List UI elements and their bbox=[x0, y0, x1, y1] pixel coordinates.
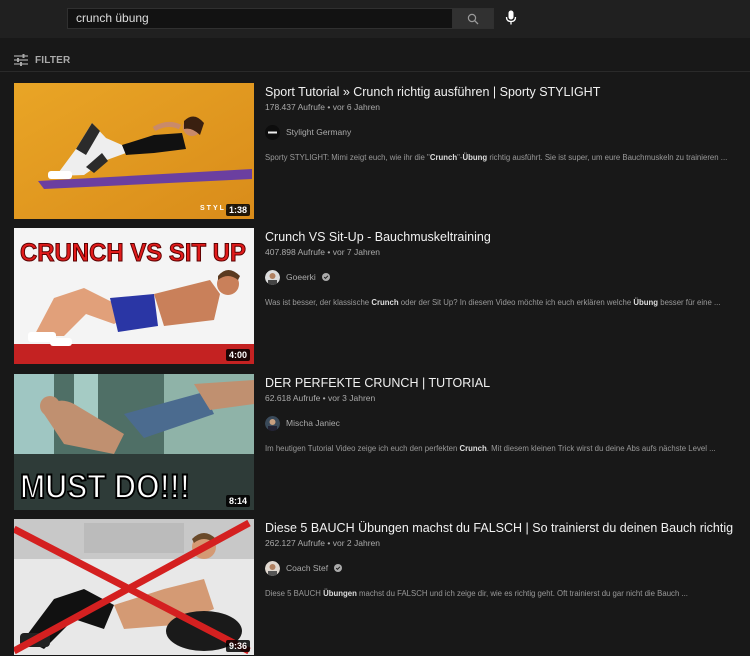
video-description: Diese 5 BAUCH Übungen machst du FALSCH u… bbox=[265, 589, 688, 598]
video-result[interactable]: CRUNCH VS SIT UP 4:00 Crunch VS Sit-Up -… bbox=[14, 228, 750, 364]
view-count: 178.437 Aufrufe bbox=[265, 102, 326, 112]
video-meta: 407.898 Aufrufe • vor 7 Jahren bbox=[265, 247, 380, 257]
video-result[interactable]: STYLIGHT 1:38 Sport Tutorial » Crunch ri… bbox=[14, 83, 750, 219]
channel-name[interactable]: Goeerki bbox=[286, 272, 316, 282]
verified-badge-icon bbox=[334, 564, 343, 572]
channel-link[interactable]: Mischa Janiec bbox=[265, 415, 750, 431]
video-description: Was ist besser, der klassische Crunch od… bbox=[265, 298, 721, 307]
filter-button[interactable]: FILTER bbox=[14, 52, 70, 68]
view-count: 262.127 Aufrufe bbox=[265, 538, 326, 548]
thumbnail-headline: MUST DO!!! bbox=[20, 468, 190, 506]
filter-divider bbox=[0, 71, 750, 72]
upload-age: vor 3 Jahren bbox=[328, 393, 376, 403]
channel-link[interactable]: Goeerki bbox=[265, 269, 750, 285]
upload-age: vor 2 Jahren bbox=[332, 538, 380, 548]
microphone-icon bbox=[505, 10, 517, 25]
video-title[interactable]: Sport Tutorial » Crunch richtig ausführe… bbox=[265, 84, 750, 100]
video-thumbnail[interactable]: STYLIGHT 1:38 bbox=[14, 83, 254, 219]
masthead: crunch übung bbox=[0, 0, 750, 38]
search-input[interactable]: crunch übung bbox=[67, 8, 452, 29]
view-count: 62.618 Aufrufe bbox=[265, 393, 321, 403]
channel-link[interactable]: Stylight Germany bbox=[265, 124, 750, 140]
channel-name[interactable]: Coach Stef bbox=[286, 563, 328, 573]
video-description: Im heutigen Tutorial Video zeige ich euc… bbox=[265, 444, 716, 453]
video-meta: 262.127 Aufrufe • vor 2 Jahren bbox=[265, 538, 380, 548]
channel-avatar[interactable] bbox=[265, 269, 280, 285]
video-meta: 62.618 Aufrufe • vor 3 Jahren bbox=[265, 393, 376, 403]
video-duration: 1:38 bbox=[225, 204, 250, 216]
filter-sliders-icon bbox=[14, 54, 28, 66]
filter-label: FILTER bbox=[35, 54, 71, 66]
video-title[interactable]: Diese 5 BAUCH Übungen machst du FALSCH |… bbox=[265, 520, 750, 536]
channel-avatar[interactable] bbox=[265, 124, 280, 140]
video-title[interactable]: DER PERFEKTE CRUNCH | TUTORIAL bbox=[265, 375, 750, 391]
video-duration: 4:00 bbox=[225, 349, 250, 361]
thumbnail-headline: CRUNCH VS SIT UP bbox=[20, 239, 246, 267]
channel-avatar[interactable] bbox=[265, 560, 280, 576]
video-duration: 9:36 bbox=[225, 640, 250, 652]
view-count: 407.898 Aufrufe bbox=[265, 247, 326, 257]
upload-age: vor 7 Jahren bbox=[332, 247, 380, 257]
video-meta: 178.437 Aufrufe • vor 6 Jahren bbox=[265, 102, 380, 112]
video-result[interactable]: MUST DO!!! 8:14 DER PERFEKTE CRUNCH | TU… bbox=[14, 374, 750, 510]
search-icon bbox=[467, 13, 479, 24]
video-description: Sporty STYLIGHT: Mimi zeigt euch, wie ih… bbox=[265, 153, 728, 162]
channel-name[interactable]: Mischa Janiec bbox=[286, 418, 340, 428]
video-duration: 8:14 bbox=[225, 495, 250, 507]
voice-search-button[interactable] bbox=[499, 6, 523, 30]
video-title[interactable]: Crunch VS Sit-Up - Bauchmuskeltraining bbox=[265, 229, 750, 245]
video-thumbnail[interactable]: CRUNCH VS SIT UP 4:00 bbox=[14, 228, 254, 364]
channel-name[interactable]: Stylight Germany bbox=[286, 127, 351, 137]
upload-age: vor 6 Jahren bbox=[332, 102, 380, 112]
video-result[interactable]: 9:36 Diese 5 BAUCH Übungen machst du FAL… bbox=[14, 519, 750, 655]
channel-avatar[interactable] bbox=[265, 415, 280, 431]
search-button[interactable] bbox=[452, 8, 494, 29]
video-thumbnail[interactable]: MUST DO!!! 8:14 bbox=[14, 374, 254, 510]
channel-link[interactable]: Coach Stef bbox=[265, 560, 750, 576]
verified-badge-icon bbox=[321, 273, 330, 281]
video-thumbnail[interactable]: 9:36 bbox=[14, 519, 254, 655]
